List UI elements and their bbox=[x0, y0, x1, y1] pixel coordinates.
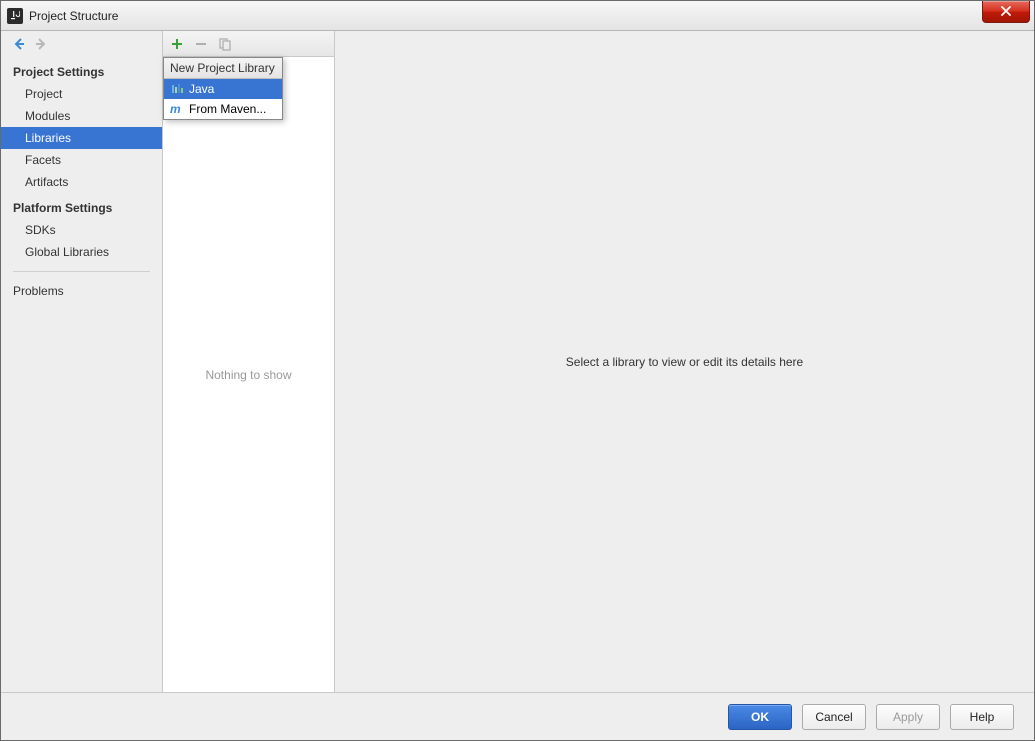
detail-placeholder: Select a library to view or edit its det… bbox=[566, 355, 803, 369]
cancel-button[interactable]: Cancel bbox=[802, 704, 866, 730]
library-list-body: Nothing to show bbox=[163, 57, 334, 692]
close-icon bbox=[1000, 6, 1012, 16]
ok-button[interactable]: OK bbox=[728, 704, 792, 730]
dialog-footer: OK Cancel Apply Help bbox=[1, 692, 1034, 740]
plus-icon bbox=[170, 37, 184, 51]
library-detail-pane: Select a library to view or edit its det… bbox=[335, 31, 1034, 692]
popup-item-maven[interactable]: m From Maven... bbox=[164, 99, 282, 119]
popup-item-label: From Maven... bbox=[189, 102, 266, 116]
nav-back-button[interactable] bbox=[11, 36, 27, 52]
popup-item-java[interactable]: Java bbox=[164, 79, 282, 99]
sidebar-item-facets[interactable]: Facets bbox=[1, 149, 162, 171]
section-project-settings: Project Settings bbox=[1, 57, 162, 83]
apply-button[interactable]: Apply bbox=[876, 704, 940, 730]
sidebar-item-sdks[interactable]: SDKs bbox=[1, 219, 162, 241]
window-title: Project Structure bbox=[29, 9, 118, 23]
svg-text:IJ: IJ bbox=[12, 11, 20, 20]
remove-library-button[interactable] bbox=[193, 36, 209, 52]
arrow-left-icon bbox=[13, 38, 25, 50]
popup-title: New Project Library bbox=[164, 58, 282, 79]
app-icon: IJ bbox=[7, 8, 23, 24]
minus-icon bbox=[194, 37, 208, 51]
settings-sidebar: Project Settings Project Modules Librari… bbox=[1, 31, 163, 692]
add-library-button[interactable] bbox=[169, 36, 185, 52]
titlebar[interactable]: IJ Project Structure bbox=[1, 1, 1034, 31]
java-library-icon bbox=[170, 82, 184, 96]
empty-list-text: Nothing to show bbox=[205, 368, 291, 382]
project-structure-window: IJ Project Structure Project bbox=[0, 0, 1035, 741]
library-toolbar bbox=[163, 31, 334, 57]
nav-bar bbox=[1, 31, 162, 57]
svg-text:m: m bbox=[170, 102, 181, 116]
library-list-pane: New Project Library Java m From Maven... bbox=[163, 31, 335, 692]
sidebar-item-libraries[interactable]: Libraries bbox=[1, 127, 162, 149]
maven-icon: m bbox=[170, 102, 184, 116]
sidebar-item-modules[interactable]: Modules bbox=[1, 105, 162, 127]
sidebar-item-project[interactable]: Project bbox=[1, 83, 162, 105]
close-button[interactable] bbox=[982, 1, 1030, 23]
sidebar-divider bbox=[13, 271, 150, 272]
sidebar-item-problems[interactable]: Problems bbox=[1, 280, 162, 302]
nav-forward-button[interactable] bbox=[33, 36, 49, 52]
arrow-right-icon bbox=[35, 38, 47, 50]
sidebar-item-global-libraries[interactable]: Global Libraries bbox=[1, 241, 162, 263]
help-button[interactable]: Help bbox=[950, 704, 1014, 730]
popup-item-label: Java bbox=[189, 82, 214, 96]
sidebar-item-artifacts[interactable]: Artifacts bbox=[1, 171, 162, 193]
new-library-popup: New Project Library Java m From Maven... bbox=[163, 57, 283, 120]
section-platform-settings: Platform Settings bbox=[1, 193, 162, 219]
copy-icon bbox=[218, 37, 232, 51]
copy-library-button[interactable] bbox=[217, 36, 233, 52]
